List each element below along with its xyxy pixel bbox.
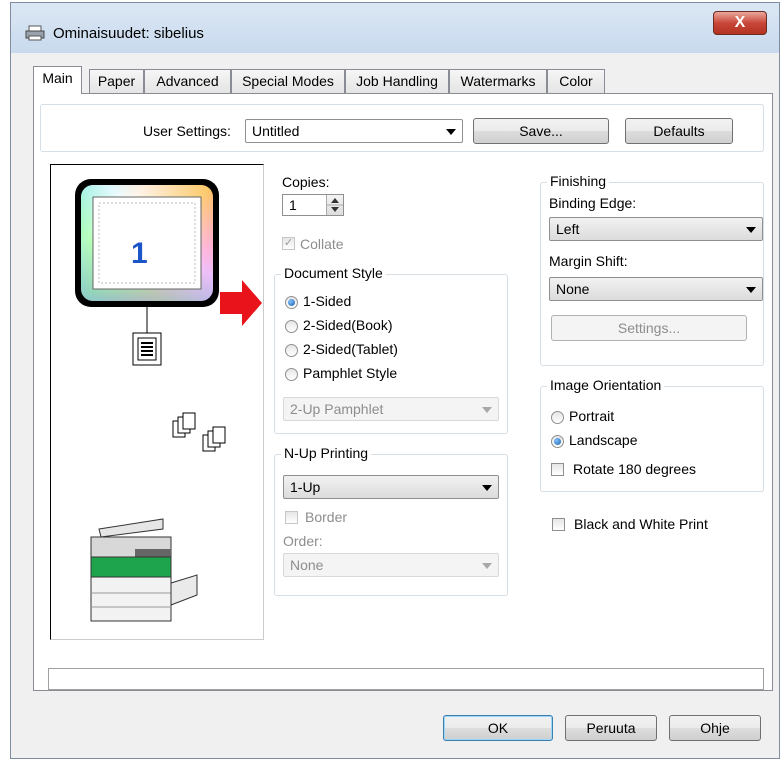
- copies-value: 1: [289, 197, 297, 213]
- collate-checkbox[interactable]: ✓: [282, 237, 295, 250]
- tab-label: Main: [42, 70, 73, 86]
- radio-2-sided-book[interactable]: [285, 320, 298, 333]
- radio-portrait[interactable]: [551, 411, 564, 424]
- defaults-button[interactable]: Defaults: [625, 118, 733, 144]
- preview-illustration: [75, 179, 226, 622]
- binding-edge-value: Left: [556, 221, 580, 237]
- document-icon: [137, 337, 157, 361]
- pamphlet-value: 2-Up Pamphlet: [290, 401, 384, 417]
- red-arrow-icon: [220, 280, 262, 326]
- copies-label: Copies:: [282, 174, 330, 190]
- portrait-label: Portrait: [569, 408, 615, 424]
- image-orientation-title: Image Orientation: [547, 377, 665, 393]
- radio-2-sided-tablet[interactable]: [285, 344, 298, 357]
- tab-special-modes[interactable]: Special Modes: [231, 69, 345, 93]
- chevron-down-icon: [482, 485, 492, 491]
- tab-job-handling[interactable]: Job Handling: [345, 69, 449, 93]
- pamphlet-select[interactable]: 2-Up Pamphlet: [283, 397, 499, 421]
- close-icon: X: [734, 14, 746, 31]
- tab-paper[interactable]: Paper: [89, 69, 144, 93]
- print-preview: 1: [50, 164, 264, 640]
- ok-button[interactable]: OK: [443, 715, 553, 741]
- radio-landscape[interactable]: [551, 435, 564, 448]
- finishing-settings-button[interactable]: Settings...: [551, 315, 747, 341]
- tab-advanced[interactable]: Advanced: [144, 69, 231, 93]
- chevron-down-icon: [446, 129, 456, 135]
- status-bar: [48, 668, 764, 690]
- window-title: Ominaisuudet: sibelius: [53, 25, 204, 42]
- nup-value: 1-Up: [290, 479, 321, 495]
- help-button[interactable]: Ohje: [669, 715, 761, 741]
- radio-pamphlet-style[interactable]: [285, 368, 298, 381]
- margin-shift-value: None: [556, 281, 590, 297]
- copies-stepper[interactable]: 1: [282, 194, 344, 216]
- save-button[interactable]: Save...: [473, 118, 609, 144]
- tab-label: Watermarks: [460, 73, 536, 89]
- user-settings-value: Untitled: [252, 123, 300, 139]
- black-white-print-label: Black and White Print: [574, 516, 708, 532]
- nup-printing-title: N-Up Printing: [281, 445, 372, 461]
- border-checkbox[interactable]: [285, 511, 298, 524]
- rotate-180-label: Rotate 180 degrees: [573, 461, 696, 477]
- printer-device-icon: [90, 518, 198, 622]
- collate-label: Collate: [300, 236, 344, 252]
- binding-edge-select[interactable]: Left: [549, 217, 763, 241]
- main-tab-panel: User Settings: Untitled Save... Defaults: [33, 93, 773, 691]
- tab-label: Special Modes: [242, 73, 334, 89]
- tab-color[interactable]: Color: [547, 69, 605, 93]
- document-style-title: Document Style: [281, 265, 386, 281]
- cancel-button[interactable]: Peruuta: [565, 715, 657, 741]
- order-select[interactable]: None: [283, 553, 499, 577]
- user-settings-group: User Settings: Untitled Save... Defaults: [40, 104, 764, 152]
- margin-shift-label: Margin Shift:: [549, 253, 628, 269]
- option-2-sided-book-label: 2-Sided(Book): [303, 317, 393, 333]
- landscape-label: Landscape: [569, 432, 638, 448]
- radio-1-sided[interactable]: [285, 296, 298, 309]
- preview-page-number: 1: [131, 237, 148, 270]
- chevron-down-icon: [746, 287, 756, 293]
- title-bar[interactable]: Ominaisuudet: sibelius X: [11, 3, 779, 53]
- printer-icon: [25, 25, 45, 41]
- nup-printing-group: N-Up Printing 1-Up Border Order: None: [274, 445, 508, 596]
- tab-label: Color: [559, 73, 593, 89]
- chevron-down-icon: [482, 407, 492, 413]
- border-label: Border: [305, 509, 348, 525]
- option-2-sided-tablet-label: 2-Sided(Tablet): [303, 341, 398, 357]
- finishing-title: Finishing: [547, 173, 610, 189]
- order-label: Order:: [283, 533, 323, 549]
- option-1-sided-label: 1-Sided: [303, 293, 352, 309]
- finishing-group: Finishing Binding Edge: Left Margin Shif…: [540, 173, 764, 366]
- option-pamphlet-style-label: Pamphlet Style: [303, 365, 398, 381]
- collated-copies-icon: [172, 412, 226, 452]
- binding-edge-label: Binding Edge:: [549, 195, 637, 211]
- nup-select[interactable]: 1-Up: [283, 475, 499, 499]
- chevron-down-icon: [746, 227, 756, 233]
- tab-label: Advanced: [156, 73, 219, 89]
- printer-properties-window: Ominaisuudet: sibelius X Main Paper Adva…: [10, 2, 780, 759]
- user-settings-select[interactable]: Untitled: [245, 119, 463, 143]
- close-button[interactable]: X: [713, 11, 767, 35]
- user-settings-label: User Settings:: [143, 123, 231, 139]
- chevron-down-icon: [482, 563, 492, 569]
- stepper-arrows[interactable]: [326, 195, 343, 215]
- margin-shift-select[interactable]: None: [549, 277, 763, 301]
- black-white-print-checkbox[interactable]: [552, 518, 565, 531]
- tab-watermarks[interactable]: Watermarks: [449, 69, 547, 93]
- image-orientation-group: Image Orientation Portrait Landscape Rot…: [540, 377, 764, 492]
- tab-label: Paper: [97, 73, 136, 89]
- rotate-180-checkbox[interactable]: [551, 463, 564, 476]
- order-value: None: [290, 557, 324, 573]
- spin-arrows-icon: [327, 198, 343, 212]
- tab-label: Job Handling: [356, 73, 438, 89]
- document-style-group: Document Style 1-Sided 2-Sided(Book) 2-S…: [274, 265, 508, 434]
- tab-main[interactable]: Main: [33, 66, 82, 94]
